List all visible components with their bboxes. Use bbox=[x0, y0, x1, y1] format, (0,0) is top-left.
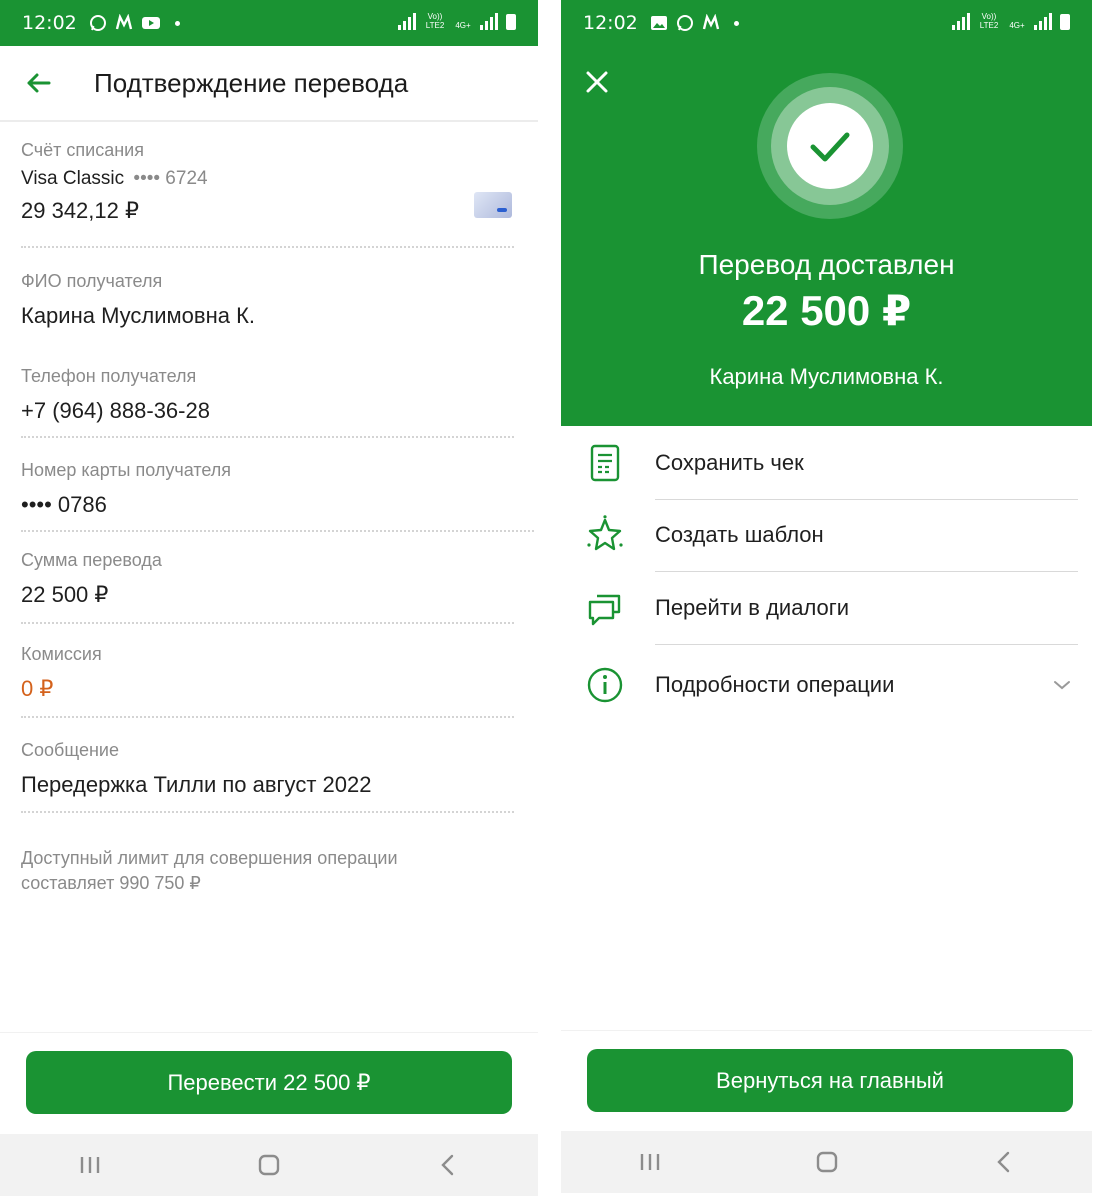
checkmark-icon bbox=[810, 132, 850, 162]
app-m-icon bbox=[115, 14, 132, 30]
recipient-name: Карина Муслимовна К. bbox=[21, 303, 255, 328]
recent-apps-button[interactable] bbox=[630, 1147, 670, 1177]
arrow-left-icon bbox=[27, 73, 51, 93]
operation-details-button[interactable]: Подробности операции bbox=[561, 648, 1092, 722]
signal-icon bbox=[398, 12, 416, 30]
chevron-down-icon bbox=[1054, 681, 1070, 690]
recent-apps-button[interactable] bbox=[70, 1150, 110, 1180]
close-icon bbox=[586, 71, 608, 93]
back-nav-button[interactable] bbox=[984, 1147, 1024, 1177]
recipient-card-field: Номер карты получателя •••• 0786 bbox=[21, 438, 534, 532]
card-name: Visa Classic bbox=[21, 168, 125, 189]
return-home-button[interactable]: Вернуться на главный bbox=[587, 1049, 1073, 1112]
recent-apps-icon bbox=[640, 1154, 659, 1170]
whatsapp-icon bbox=[89, 15, 106, 31]
system-nav-bar bbox=[0, 1134, 538, 1196]
network-label: Vo)) LTE2 bbox=[425, 12, 445, 30]
network-label-2: 4G+ bbox=[455, 21, 471, 30]
card-icon bbox=[474, 192, 512, 218]
network-label-2: 4G+ bbox=[1009, 21, 1025, 30]
recent-apps-icon bbox=[80, 1157, 99, 1173]
chat-icon bbox=[588, 594, 621, 626]
battery-icon bbox=[506, 14, 516, 30]
recipient-phone-field: Телефон получателя +7 (964) 888-36-28 bbox=[21, 344, 514, 438]
status-time: 12:02 bbox=[583, 12, 638, 34]
field-label: ФИО получателя bbox=[21, 271, 163, 291]
status-bar: 12:02 Vo)) LTE2 4G+ bbox=[561, 0, 1092, 46]
success-title: Перевод доставлен bbox=[698, 249, 955, 280]
account-field[interactable]: Счёт списания Visa Classic •••• 6724 29 … bbox=[21, 122, 514, 249]
card-mask: •••• 6724 bbox=[133, 168, 208, 189]
battery-icon bbox=[1060, 14, 1070, 30]
app-bar: Подтверждение перевода bbox=[0, 46, 538, 122]
whatsapp-icon bbox=[676, 15, 693, 31]
notification-dot-icon bbox=[174, 20, 180, 26]
network-label: Vo)) LTE2 bbox=[979, 12, 999, 30]
notification-dot-icon bbox=[733, 20, 739, 26]
receipt-icon bbox=[590, 444, 620, 482]
amount-value: 22 500 ₽ bbox=[21, 582, 109, 607]
divider bbox=[21, 716, 514, 718]
recipient-phone: +7 (964) 888-36-28 bbox=[21, 398, 210, 423]
success-banner: Перевод доставлен 22 500 ₽ Карина Муслим… bbox=[561, 46, 1092, 426]
fee-value: 0 ₽ bbox=[21, 676, 54, 701]
save-receipt-button[interactable]: Сохранить чек bbox=[561, 426, 1092, 500]
success-circle bbox=[787, 103, 873, 189]
field-label: Номер карты получателя bbox=[21, 460, 232, 480]
home-button[interactable] bbox=[807, 1147, 847, 1177]
system-nav-bar bbox=[561, 1131, 1092, 1193]
chevron-left-icon bbox=[996, 1151, 1009, 1173]
back-button[interactable] bbox=[24, 68, 54, 98]
recipient-card-number: •••• 0786 bbox=[21, 492, 107, 517]
success-amount: 22 500 ₽ bbox=[741, 287, 912, 334]
divider bbox=[21, 811, 514, 813]
transfer-success-screen: 12:02 Vo)) LTE2 4G+ Перевод доставлен 22… bbox=[561, 0, 1092, 1200]
field-label: Комиссия bbox=[21, 644, 102, 664]
home-icon bbox=[816, 1151, 837, 1173]
signal-icon bbox=[952, 12, 970, 30]
success-recipient: Карина Муслимовна К. bbox=[709, 364, 944, 389]
home-icon bbox=[258, 1154, 280, 1176]
field-label: Счёт списания bbox=[21, 140, 144, 160]
amount-field: Сумма перевода 22 500 ₽ bbox=[21, 532, 514, 626]
action-label: Сохранить чек bbox=[655, 450, 804, 475]
chevron-left-icon bbox=[441, 1154, 454, 1176]
status-bar: 12:02 Vo)) LTE2 4G+ bbox=[0, 0, 538, 46]
action-label: Перейти в диалоги bbox=[655, 595, 850, 620]
star-icon bbox=[587, 515, 623, 551]
divider bbox=[21, 246, 514, 248]
info-icon bbox=[587, 667, 623, 703]
action-label: Подробности операции bbox=[655, 672, 895, 697]
transfer-button[interactable]: Перевести 22 500 ₽ bbox=[26, 1051, 512, 1114]
signal-icon-2 bbox=[480, 12, 498, 30]
field-label: Сумма перевода bbox=[21, 550, 162, 570]
status-time: 12:02 bbox=[22, 12, 77, 34]
action-label: Создать шаблон bbox=[655, 522, 824, 547]
recipient-name-field: ФИО получателя Карина Муслимовна К. bbox=[21, 249, 514, 344]
message-field: Сообщение Передержка Тилли по август 202… bbox=[21, 720, 514, 814]
go-to-dialogs-button[interactable]: Перейти в диалоги bbox=[561, 571, 1092, 645]
transfer-confirmation-screen: 12:02 Vo)) LTE2 4G+ Подтверждение перево… bbox=[0, 0, 538, 1200]
signal-icon-2 bbox=[1034, 12, 1052, 30]
divider bbox=[655, 644, 1078, 645]
close-button[interactable] bbox=[583, 68, 611, 96]
limit-note: Доступный лимит для совершения операции … bbox=[21, 848, 398, 893]
field-label: Сообщение bbox=[21, 740, 119, 760]
home-button[interactable] bbox=[249, 1150, 289, 1180]
page-title: Подтверждение перевода bbox=[94, 67, 409, 98]
app-m-icon bbox=[702, 14, 719, 30]
field-label: Телефон получателя bbox=[21, 366, 197, 386]
fee-field: Комиссия 0 ₽ bbox=[21, 626, 514, 720]
divider bbox=[21, 622, 514, 624]
gallery-icon bbox=[650, 16, 667, 30]
create-template-button[interactable]: Создать шаблон bbox=[561, 498, 1092, 572]
youtube-icon bbox=[141, 17, 160, 29]
message-value: Передержка Тилли по август 2022 bbox=[21, 772, 372, 797]
account-balance: 29 342,12 ₽ bbox=[21, 198, 139, 223]
back-nav-button[interactable] bbox=[428, 1150, 468, 1180]
